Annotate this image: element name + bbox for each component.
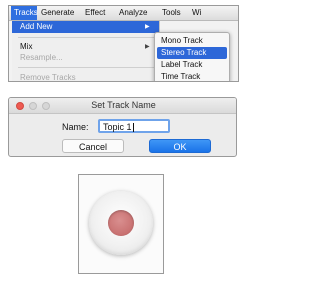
submenu-item-time-track[interactable]: Time Track xyxy=(157,71,227,81)
menu-divider xyxy=(18,37,156,38)
menu-item-add-new[interactable]: Add New xyxy=(12,21,159,33)
set-track-name-dialog: Set Track Name Name: Topic 1 Cancel OK xyxy=(8,97,237,157)
tracks-dropdown: Add New ▶ Mix ▶ Resample... Remove Track… xyxy=(12,21,160,81)
text-cursor xyxy=(132,123,134,133)
submenu-item-stereo-track[interactable]: Stereo Track xyxy=(157,47,227,59)
add-new-submenu: Mono Track Stereo Track Label Track Time… xyxy=(154,32,230,81)
menu-tracks[interactable]: Tracks xyxy=(11,6,38,20)
track-name-input[interactable]: Topic 1 xyxy=(98,119,170,133)
submenu-arrow-icon: ▶ xyxy=(145,24,150,30)
menu-bar: Tracks Generate Effect Analyze Tools Wi xyxy=(9,6,238,21)
menu-item-add-new-label: Add New xyxy=(20,22,53,31)
record-button[interactable] xyxy=(89,191,153,255)
menu-effect[interactable]: Effect xyxy=(82,6,108,20)
submenu-item-mono-track[interactable]: Mono Track xyxy=(157,35,227,47)
menu-analyze[interactable]: Analyze xyxy=(116,6,150,20)
menu-item-remove-tracks-label: Remove Tracks xyxy=(20,73,76,82)
record-icon xyxy=(108,210,134,236)
submenu-item-label-track[interactable]: Label Track xyxy=(157,59,227,71)
menu-tools[interactable]: Tools xyxy=(159,6,184,20)
track-name-value: Topic 1 xyxy=(103,122,132,132)
menu-generate[interactable]: Generate xyxy=(38,6,77,20)
dialog-title: Set Track Name xyxy=(91,100,156,110)
name-label: Name: xyxy=(62,122,89,132)
ok-button[interactable]: OK xyxy=(149,139,211,153)
menu-item-remove-tracks[interactable]: Remove Tracks xyxy=(12,72,159,82)
cancel-button[interactable]: Cancel xyxy=(62,139,124,153)
menu-window[interactable]: Wi xyxy=(189,6,204,20)
menu-item-mix-label: Mix xyxy=(20,42,33,51)
dialog-titlebar: Set Track Name xyxy=(9,98,236,114)
record-button-panel xyxy=(78,174,164,274)
menu-item-resample-label: Resample... xyxy=(20,53,63,62)
menu-item-resample[interactable]: Resample... xyxy=(12,52,159,64)
tracks-menu-screenshot: Tracks Generate Effect Analyze Tools Wi … xyxy=(8,5,239,82)
menu-divider xyxy=(18,67,156,68)
